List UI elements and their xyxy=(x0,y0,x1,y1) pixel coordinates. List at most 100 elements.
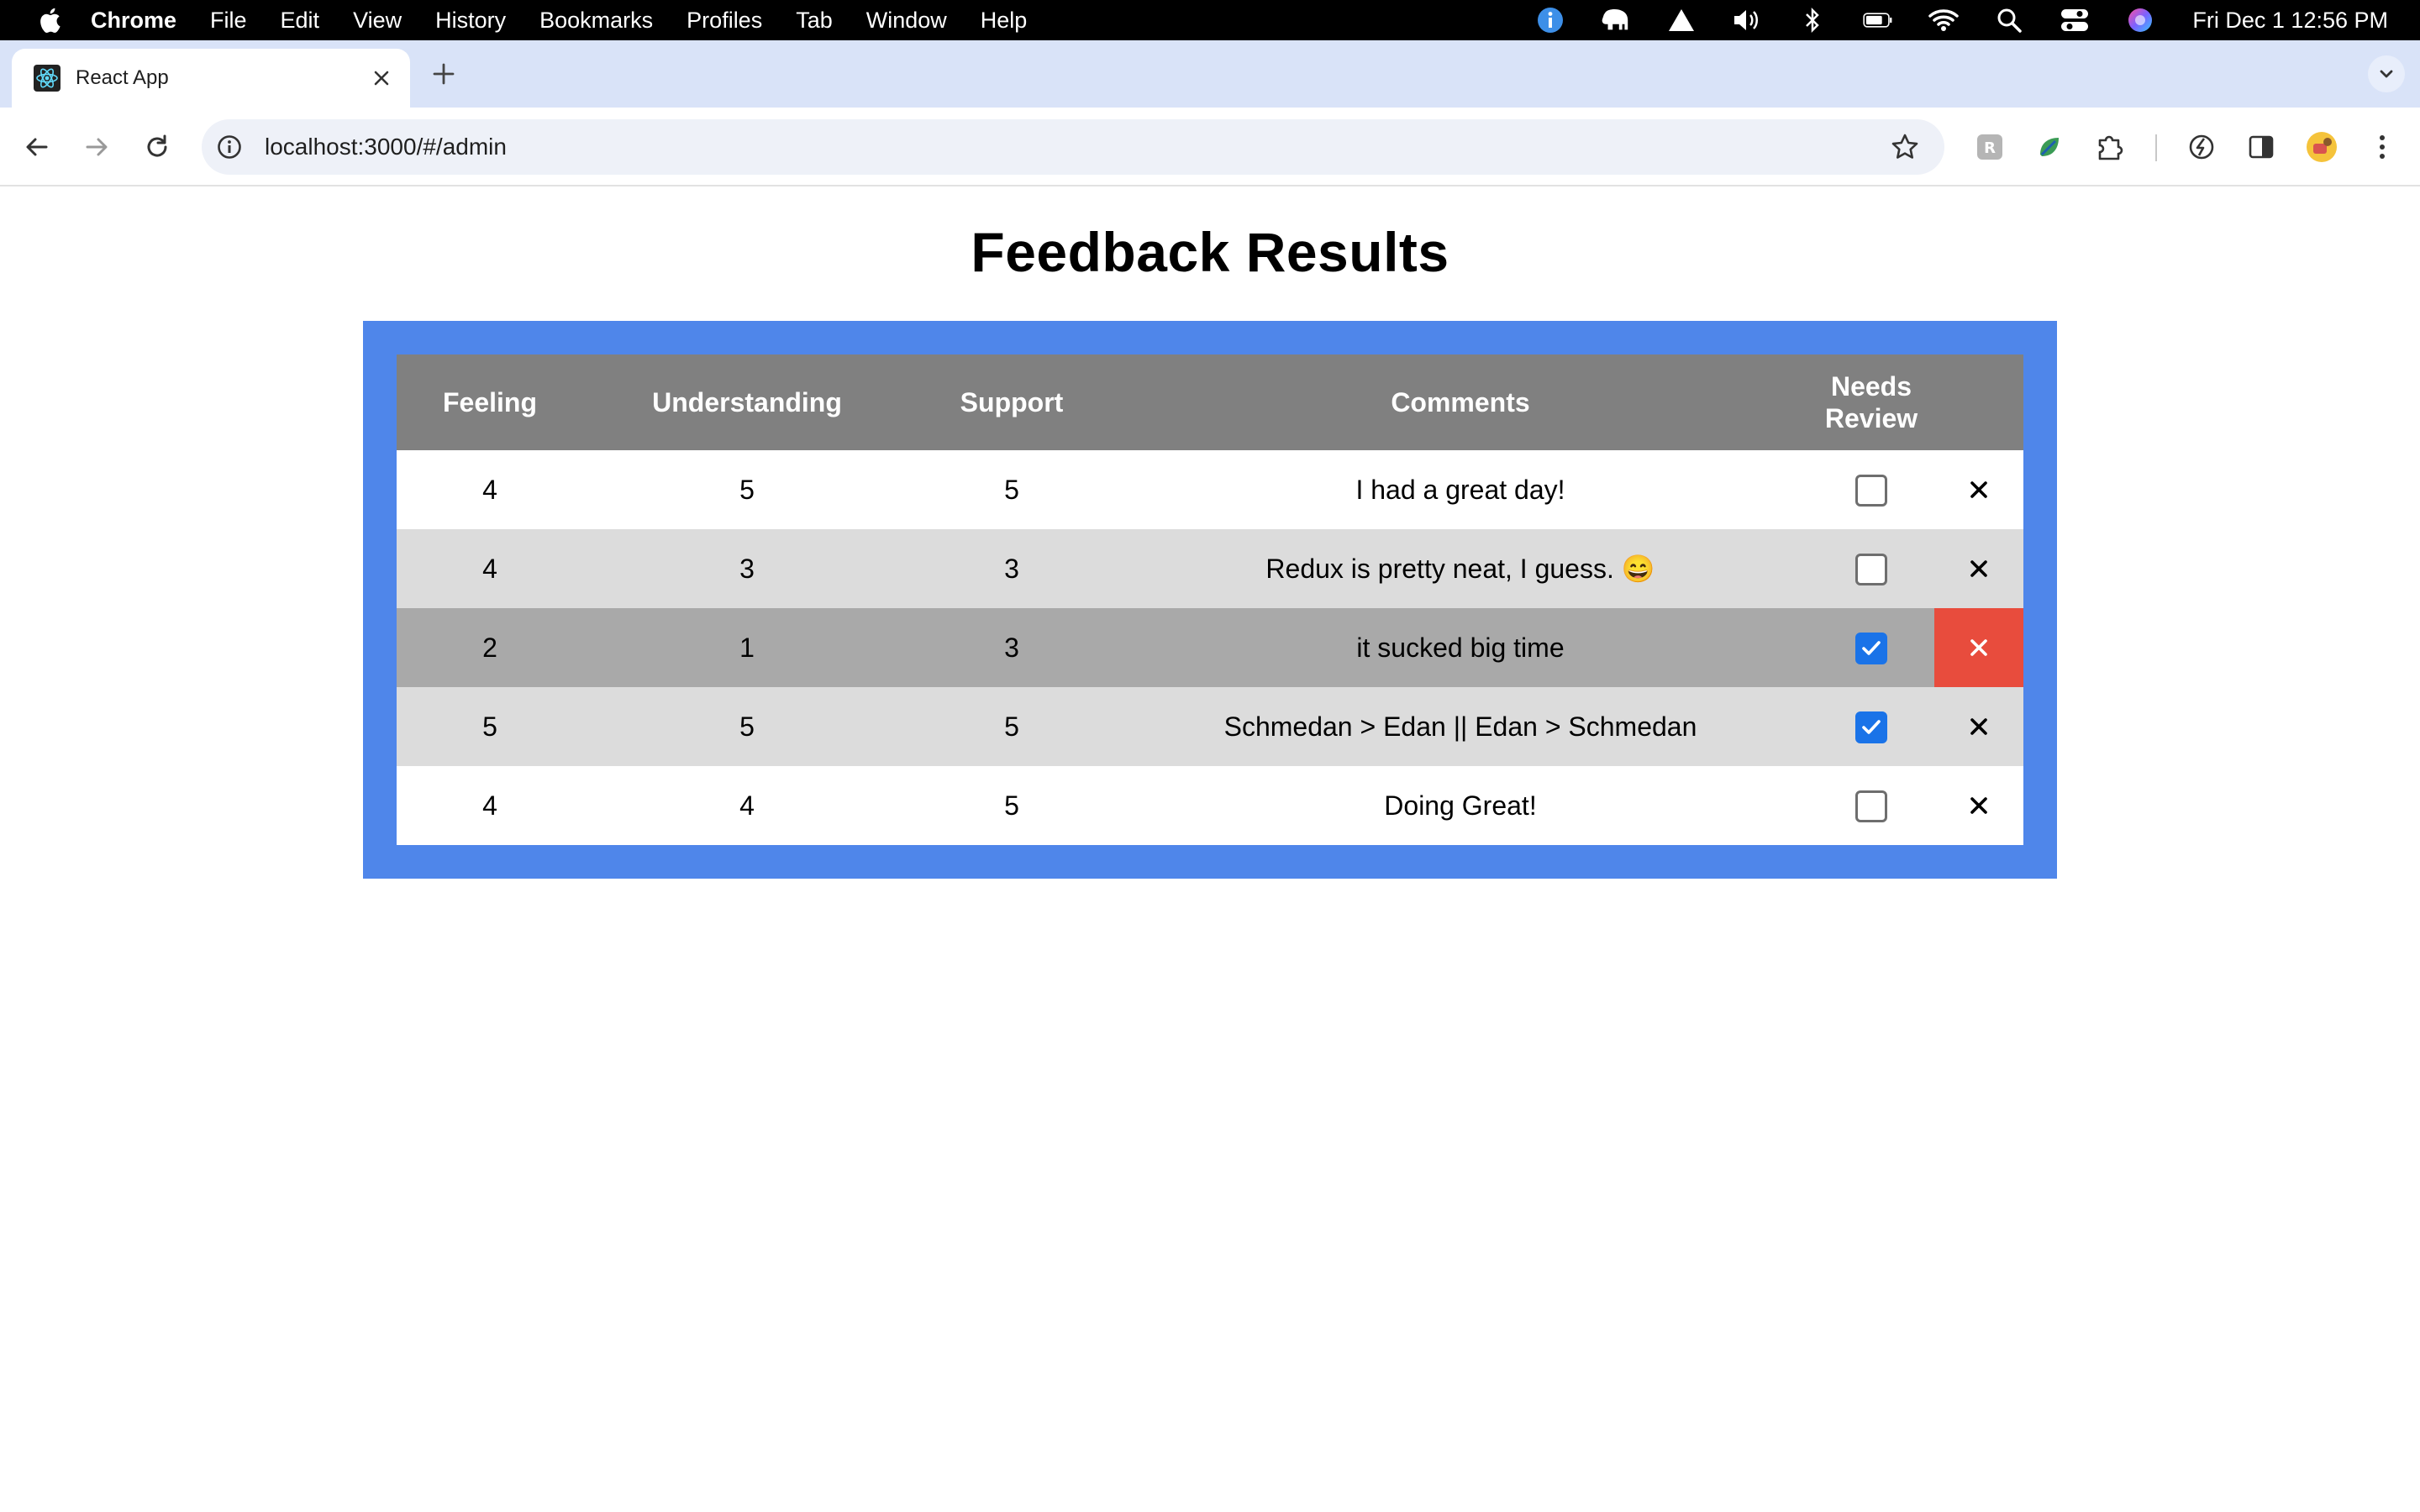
cell-comments: Redux is pretty neat, I guess. 😄 xyxy=(1113,529,1808,608)
needs-review-checkbox[interactable] xyxy=(1855,474,1887,507)
siri-icon[interactable] xyxy=(2125,5,2155,35)
reload-icon[interactable] xyxy=(138,128,176,166)
feedback-table-frame: Feeling Understanding Support Comments N… xyxy=(363,321,2057,879)
apple-menu-icon[interactable] xyxy=(30,0,69,40)
menu-edit[interactable]: Edit xyxy=(281,8,320,34)
delete-x-icon[interactable] xyxy=(1962,710,1996,743)
macos-menu-bar: Chrome File Edit View History Bookmarks … xyxy=(0,0,2420,40)
cell-needs-review xyxy=(1808,608,1934,687)
control-center-icon[interactable] xyxy=(2060,5,2090,35)
cell-delete xyxy=(1934,766,2023,845)
delete-x-icon[interactable] xyxy=(1962,631,1996,664)
menu-bar-clock[interactable]: Fri Dec 1 12:56 PM xyxy=(2192,8,2388,34)
delete-x-icon[interactable] xyxy=(1962,789,1996,822)
chrome-menu-icon[interactable] xyxy=(2363,128,2402,166)
cell-feeling: 4 xyxy=(397,450,583,529)
profile-avatar[interactable] xyxy=(2302,128,2341,166)
extensions-puzzle-icon[interactable] xyxy=(2091,128,2129,166)
cell-feeling: 2 xyxy=(397,608,583,687)
table-row: 4 4 5 Doing Great! xyxy=(397,766,2023,845)
url-text[interactable]: localhost:3000/#/admin xyxy=(265,134,1886,160)
needs-review-checkbox[interactable] xyxy=(1855,632,1887,664)
tab-title: React App xyxy=(76,66,169,89)
header-needs-review-line1: Needs xyxy=(1830,371,1912,402)
header-needs-review-line2: Review xyxy=(1824,403,1918,433)
menu-history[interactable]: History xyxy=(435,8,506,34)
cell-understanding: 5 xyxy=(583,687,911,766)
side-panel-icon[interactable] xyxy=(2242,128,2281,166)
cell-understanding: 3 xyxy=(583,529,911,608)
needs-review-checkbox[interactable] xyxy=(1855,790,1887,822)
cell-comments: Schmedan > Edan || Edan > Schmedan xyxy=(1113,687,1808,766)
bluetooth-icon[interactable] xyxy=(1797,5,1828,35)
address-bar[interactable]: localhost:3000/#/admin xyxy=(202,119,1944,175)
back-arrow-icon[interactable] xyxy=(18,128,56,166)
svg-text:R: R xyxy=(1984,139,1996,157)
needs-review-checkbox[interactable] xyxy=(1855,711,1887,743)
tab-close-icon[interactable] xyxy=(366,63,397,93)
cell-support: 3 xyxy=(911,529,1113,608)
cell-support: 5 xyxy=(911,766,1113,845)
new-tab-plus-icon[interactable] xyxy=(427,57,460,91)
cell-comments: it sucked big time xyxy=(1113,608,1808,687)
cell-feeling: 4 xyxy=(397,766,583,845)
cell-understanding: 1 xyxy=(583,608,911,687)
needs-review-checkbox[interactable] xyxy=(1855,553,1887,585)
cell-feeling: 4 xyxy=(397,529,583,608)
browser-toolbar: localhost:3000/#/admin R xyxy=(0,108,2420,186)
toolbar-divider xyxy=(2155,134,2157,161)
site-info-icon[interactable] xyxy=(213,130,246,164)
drive-status-icon[interactable] xyxy=(1666,5,1697,35)
extension-translate-icon[interactable]: R xyxy=(1970,128,2009,166)
extension-leaf-icon[interactable] xyxy=(2030,128,2069,166)
header-comments: Comments xyxy=(1113,354,1808,450)
feedback-table: Feeling Understanding Support Comments N… xyxy=(397,354,2023,845)
cell-understanding: 5 xyxy=(583,450,911,529)
menu-profiles[interactable]: Profiles xyxy=(687,8,762,34)
battery-icon[interactable] xyxy=(1863,5,1893,35)
performance-icon[interactable] xyxy=(2182,128,2221,166)
cell-delete xyxy=(1934,450,2023,529)
cell-support: 5 xyxy=(911,687,1113,766)
info-status-icon[interactable] xyxy=(1535,5,1565,35)
cell-needs-review xyxy=(1808,529,1934,608)
cell-comments: I had a great day! xyxy=(1113,450,1808,529)
cell-delete xyxy=(1934,687,2023,766)
react-favicon-icon xyxy=(34,65,60,92)
wifi-icon[interactable] xyxy=(1928,5,1960,35)
table-row: 4 5 5 I had a great day! xyxy=(397,450,2023,529)
menu-window[interactable]: Window xyxy=(866,8,947,34)
spotlight-search-icon[interactable] xyxy=(1994,5,2024,35)
page-title: Feedback Results xyxy=(971,221,1449,283)
menu-help[interactable]: Help xyxy=(981,8,1028,34)
delete-x-icon[interactable] xyxy=(1962,552,1996,585)
menu-file[interactable]: File xyxy=(210,8,247,34)
menu-app-chrome[interactable]: Chrome xyxy=(91,8,176,34)
table-header-row: Feeling Understanding Support Comments N… xyxy=(397,354,2023,450)
menu-tab[interactable]: Tab xyxy=(796,8,833,34)
cell-comments: Doing Great! xyxy=(1113,766,1808,845)
header-needs-review: Needs Review xyxy=(1808,354,1934,450)
cell-needs-review xyxy=(1808,450,1934,529)
header-understanding: Understanding xyxy=(583,354,911,450)
menu-view[interactable]: View xyxy=(353,8,402,34)
cell-delete xyxy=(1934,529,2023,608)
elephant-status-icon[interactable] xyxy=(1601,5,1631,35)
header-delete xyxy=(1934,354,2023,450)
bookmark-star-icon[interactable] xyxy=(1886,128,1924,166)
delete-x-icon[interactable] xyxy=(1962,473,1996,507)
header-feeling: Feeling xyxy=(397,354,583,450)
cell-understanding: 4 xyxy=(583,766,911,845)
cell-feeling: 5 xyxy=(397,687,583,766)
tab-react-app[interactable]: React App xyxy=(12,49,410,108)
cell-needs-review xyxy=(1808,766,1934,845)
cell-support: 5 xyxy=(911,450,1113,529)
menu-bookmarks[interactable]: Bookmarks xyxy=(539,8,653,34)
table-row: 5 5 5 Schmedan > Edan || Edan > Schmedan xyxy=(397,687,2023,766)
tab-search-chevron-icon[interactable] xyxy=(2368,55,2405,92)
forward-arrow-icon[interactable] xyxy=(77,128,116,166)
volume-icon[interactable] xyxy=(1732,5,1762,35)
cell-needs-review xyxy=(1808,687,1934,766)
header-support: Support xyxy=(911,354,1113,450)
cell-delete xyxy=(1934,608,2023,687)
